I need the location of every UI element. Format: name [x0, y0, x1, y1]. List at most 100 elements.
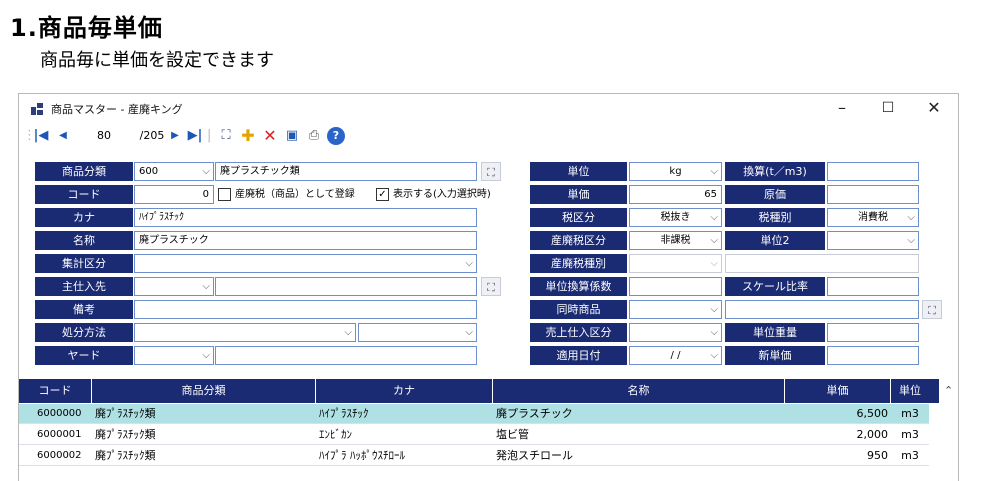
shobun-label: 処分方法 [35, 323, 133, 342]
code-label: コード [35, 185, 133, 204]
scroll-up-icon[interactable]: ⌃ [944, 384, 953, 397]
chevron-down-icon: ⌵ [710, 258, 718, 269]
uriage-select[interactable]: ⌵ [629, 323, 722, 342]
bunrui-search-icon[interactable]: ⛶ [481, 162, 501, 181]
display-check-label: 表示する(入力選択時) [393, 189, 491, 200]
chevron-down-icon: ⌵ [465, 327, 473, 338]
chevron-down-icon: ⌵ [465, 258, 473, 269]
cell-bunrui: 廃ﾌﾟﾗｽﾁｯｸ類 [95, 449, 156, 462]
tani-juryo-label: 単位重量 [725, 323, 825, 342]
tani-label: 単位 [530, 162, 627, 181]
window-title: 商品マスター - 産廃キング [51, 103, 183, 116]
cell-name: 塩ビ管 [496, 428, 529, 441]
tekiyo-date-picker[interactable]: / / ⌵ [629, 346, 722, 365]
sanpai-zeiku-select[interactable]: 非課税 ⌵ [629, 231, 722, 250]
cell-code: 6000002 [37, 450, 82, 461]
shiire-search-icon[interactable]: ⛶ [481, 277, 501, 296]
yard-name-field[interactable] [215, 346, 477, 365]
print-icon[interactable]: ⎙ [305, 127, 323, 145]
cell-price: 2,000 [856, 428, 889, 441]
zeishu-select[interactable]: 消費税 ⌵ [827, 208, 919, 227]
minimize-button[interactable]: – [819, 94, 865, 122]
shukei-label: 集計区分 [35, 254, 133, 273]
tani-kansan-field[interactable] [629, 277, 722, 296]
biko-label: 備考 [35, 300, 133, 319]
shobun-sub-select[interactable]: ⌵ [358, 323, 477, 342]
chevron-down-icon: ⌵ [710, 304, 718, 315]
uriage-label: 売上仕入区分 [530, 323, 627, 342]
save-icon[interactable]: ▣ [283, 127, 301, 145]
last-record-icon[interactable]: ▶| [187, 127, 203, 145]
cell-price: 950 [867, 449, 888, 462]
bunrui-code-value: 600 [139, 166, 159, 177]
chevron-down-icon: ⌵ [202, 281, 210, 292]
doji-select[interactable]: ⌵ [629, 300, 722, 319]
biko-field[interactable] [134, 300, 477, 319]
cell-bunrui: 廃ﾌﾟﾗｽﾁｯｸ類 [95, 428, 156, 441]
shin-tanka-field[interactable] [827, 346, 919, 365]
cell-code: 6000000 [37, 408, 82, 419]
tani2-select[interactable]: ⌵ [827, 231, 919, 250]
bunrui-name-field[interactable]: 廃プラスチック類 [215, 162, 477, 181]
code-field[interactable]: 0 [134, 185, 214, 204]
search-binoculars-icon[interactable]: ⛶ [217, 127, 235, 145]
tani-juryo-field[interactable] [827, 323, 919, 342]
scale-field[interactable] [827, 277, 919, 296]
table-row[interactable]: 6000002 廃ﾌﾟﾗｽﾁｯｸ類 ﾊｲﾌﾟﾗ ﾊｯﾎﾟｳｽﾁﾛｰﾙ 発泡スチロ… [19, 446, 929, 466]
bunrui-code-select[interactable]: 600 ⌵ [134, 162, 214, 181]
title-bar: 商品マスター - 産廃キング – ☐ ✕ [19, 94, 958, 124]
zeishu-label: 税種別 [725, 208, 825, 227]
zeiku-value: 税抜き [660, 212, 691, 223]
kansan-field[interactable] [827, 162, 919, 181]
shiire-name-field[interactable] [215, 277, 477, 296]
tekiyo-value: / / [670, 350, 681, 361]
col-code-header[interactable]: コード [19, 379, 92, 403]
col-price-header[interactable]: 単価 [785, 379, 891, 403]
shobun-select[interactable]: ⌵ [134, 323, 356, 342]
yard-select[interactable]: ⌵ [134, 346, 214, 365]
add-icon[interactable]: ✚ [239, 127, 257, 145]
next-record-icon[interactable]: ▶ [169, 127, 181, 145]
shukei-select[interactable]: ⌵ [134, 254, 477, 273]
genka-field[interactable] [827, 185, 919, 204]
shiire-label: 主仕入先 [35, 277, 133, 296]
sanpai-zeishu-extra-field [725, 254, 919, 273]
tanka-field[interactable]: 65 [629, 185, 722, 204]
kana-field[interactable]: ﾊｲﾌﾟﾗｽﾁｯｸ [134, 208, 477, 227]
sanpai-zeishu-select[interactable]: ⌵ [629, 254, 722, 273]
col-kana-header[interactable]: カナ [316, 379, 493, 403]
genka-label: 原価 [725, 185, 825, 204]
bunrui-label: 商品分類 [35, 162, 133, 181]
close-button[interactable]: ✕ [911, 94, 957, 122]
doji-search-icon[interactable]: ⛶ [922, 300, 942, 319]
tekiyo-label: 適用日付 [530, 346, 627, 365]
col-unit-header[interactable]: 単位 [891, 379, 929, 403]
record-current[interactable]: 80 [79, 127, 111, 145]
zeishu-value: 消費税 [858, 212, 888, 223]
kana-label: カナ [35, 208, 133, 227]
prev-record-icon[interactable]: ◀ [57, 127, 69, 145]
chevron-down-icon: ⌵ [710, 327, 718, 338]
zeiku-select[interactable]: 税抜き ⌵ [629, 208, 722, 227]
tani-select[interactable]: kg ⌵ [629, 162, 722, 181]
name-field[interactable]: 廃プラスチック [134, 231, 477, 250]
col-bunrui-header[interactable]: 商品分類 [92, 379, 316, 403]
shiire-code-select[interactable]: ⌵ [134, 277, 214, 296]
product-master-window: 商品マスター - 産廃キング – ☐ ✕ ⋮ |◀ ◀ 80 /205 ▶ ▶|… [18, 93, 959, 481]
first-record-icon[interactable]: |◀ [33, 127, 49, 145]
delete-icon[interactable]: ✕ [261, 127, 279, 145]
cell-unit: m3 [901, 407, 919, 420]
kansan-label: 換算(t／m3) [725, 162, 825, 181]
cell-unit: m3 [901, 428, 919, 441]
table-row[interactable]: 6000000 廃ﾌﾟﾗｽﾁｯｸ類 ﾊｲﾌﾟﾗｽﾁｯｸ 廃プラスチック 6,50… [19, 404, 929, 424]
name-label: 名称 [35, 231, 133, 250]
display-checkbox[interactable]: ✓ [376, 188, 389, 201]
help-icon[interactable]: ? [327, 127, 345, 145]
doji-name-field[interactable] [725, 300, 919, 319]
maximize-button[interactable]: ☐ [865, 94, 911, 122]
table-row[interactable]: 6000001 廃ﾌﾟﾗｽﾁｯｸ類 ｴﾝﾋﾞｶﾝ 塩ビ管 2,000 m3 [19, 425, 929, 445]
col-name-header[interactable]: 名称 [493, 379, 785, 403]
zeiku-label: 税区分 [530, 208, 627, 227]
toolbar: ⋮ |◀ ◀ 80 /205 ▶ ▶| | ⛶ ✚ ✕ ▣ ⎙ ? [19, 124, 958, 148]
sanpai-tax-checkbox[interactable] [218, 188, 231, 201]
